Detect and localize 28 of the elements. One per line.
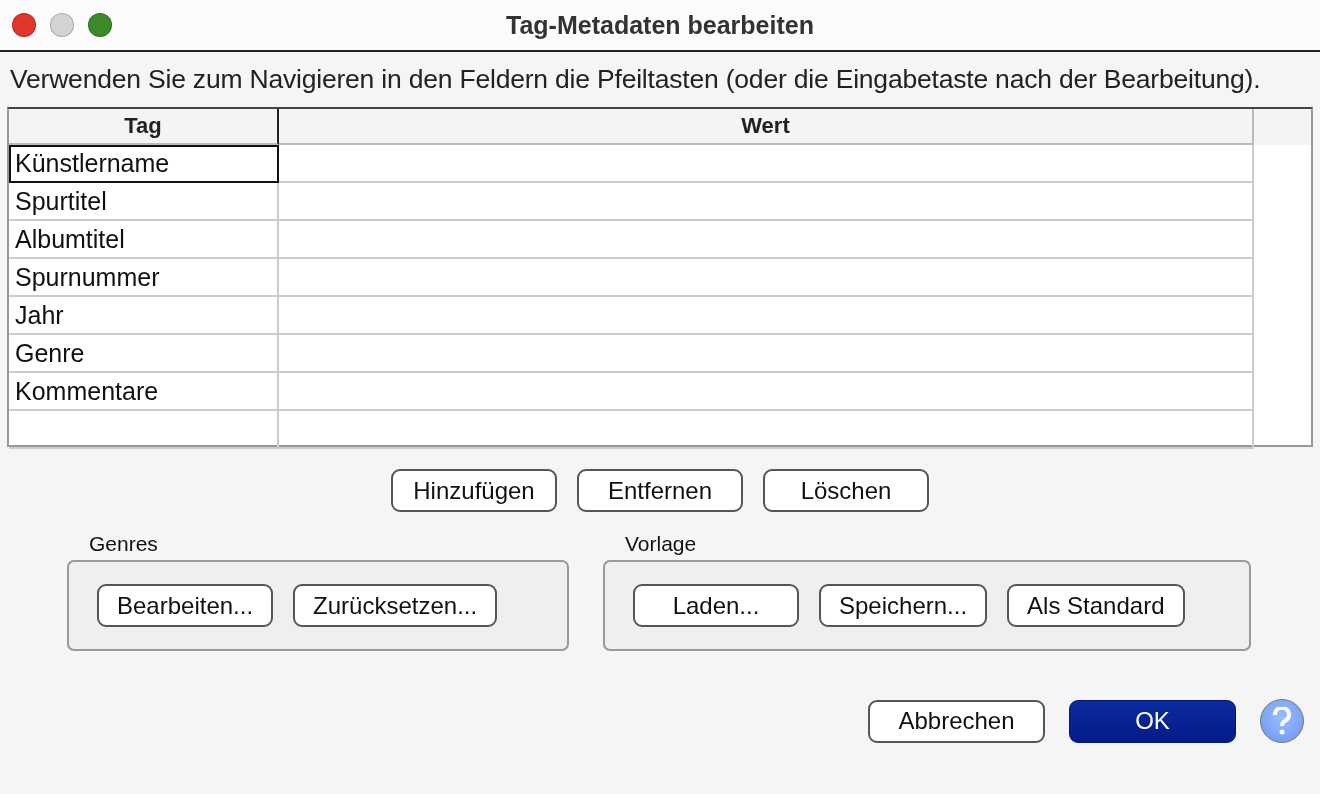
column-header[interactable]: Wert <box>279 109 1254 145</box>
zoom-button[interactable] <box>88 13 112 37</box>
tag-cell[interactable]: Jahr <box>9 297 279 335</box>
instruction-text: Verwenden Sie zum Navigieren in den Feldern die Pfeiltasten (oder die Eingabetaste nach der Bearbeitung). <box>9 63 1262 95</box>
window-title: Tag-Metadaten bearbeiten <box>506 10 814 39</box>
group-label: Vorlage <box>624 532 697 556</box>
action-button[interactable]: Löschen <box>763 469 929 512</box>
group-label: Genres <box>88 532 158 556</box>
action-button[interactable]: Entfernen <box>577 469 743 512</box>
tag-cell[interactable]: Künstlername <box>9 145 279 183</box>
minimize-button[interactable] <box>50 13 74 37</box>
group-button[interactable]: Laden... <box>633 584 799 627</box>
group-button[interactable]: Zurücksetzen... <box>293 584 498 627</box>
column-header[interactable]: Tag <box>9 109 279 145</box>
tag-cell[interactable]: Spurnummer <box>9 259 279 297</box>
tag-cell[interactable] <box>9 411 279 449</box>
tag-cell[interactable]: Kommentare <box>9 373 279 411</box>
cancel-button[interactable]: Abbrechen <box>868 699 1045 743</box>
close-button[interactable] <box>12 13 36 37</box>
tag-cell[interactable]: Albumtitel <box>9 221 279 259</box>
ok-button[interactable]: OK <box>1069 699 1236 743</box>
tag-cell[interactable]: Genre <box>9 335 279 373</box>
group-button[interactable]: Speichern... <box>819 584 988 627</box>
tag-cell[interactable]: Spurtitel <box>9 183 279 221</box>
help-icon[interactable] <box>1260 699 1304 743</box>
action-button[interactable]: Hinzufügen <box>391 469 557 512</box>
group-button[interactable]: Als Standard <box>1007 584 1185 627</box>
group-button[interactable]: Bearbeiten... <box>97 584 274 627</box>
